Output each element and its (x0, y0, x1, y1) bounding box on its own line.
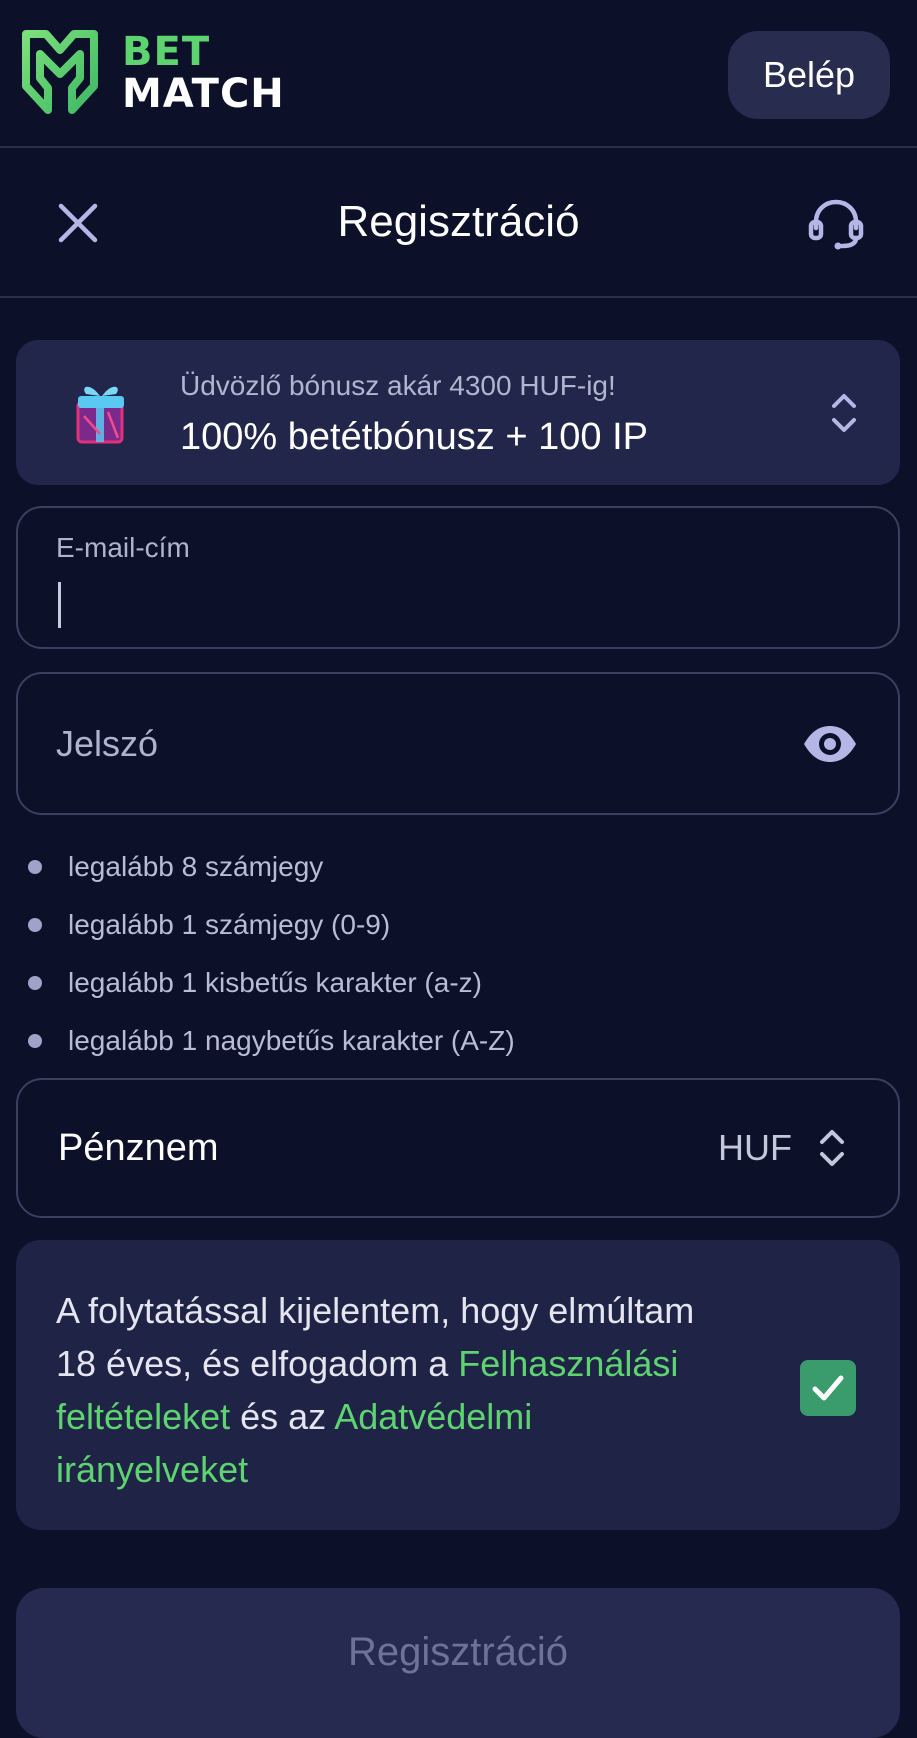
bonus-title: 100% betétbónusz + 100 IP (180, 416, 648, 458)
register-button[interactable]: Regisztráció (16, 1588, 900, 1738)
email-label: E-mail-cím (56, 532, 190, 563)
consent-checkbox[interactable] (800, 1360, 856, 1416)
bullet-icon (28, 918, 42, 932)
login-button[interactable]: Belép (728, 31, 890, 119)
chevron-up-down-icon (820, 1130, 844, 1166)
currency-label: Pénznem (58, 1126, 219, 1169)
eye-icon[interactable] (800, 720, 860, 768)
requirement-item: legalább 8 számjegy (28, 838, 888, 896)
requirement-text: legalább 8 számjegy (68, 851, 324, 882)
logo-text-bet: BET (122, 29, 211, 75)
requirement-item: legalább 1 nagybetűs karakter (A-Z) (28, 1012, 888, 1070)
chevron-up-down-icon (832, 394, 856, 432)
top-bar: BET MATCH Belép (0, 0, 917, 148)
consent-box: A folytatással kijelentem, hogy elmúltam… (16, 1240, 900, 1530)
headset-icon[interactable] (806, 196, 866, 252)
bullet-icon (28, 860, 42, 874)
consent-text: A folytatással kijelentem, hogy elmúltam… (56, 1284, 716, 1496)
currency-value: HUF (718, 1127, 792, 1168)
logo-text-match: MATCH (122, 71, 285, 117)
bonus-subtitle: Üdvözlő bónusz akár 4300 HUF-ig! (180, 370, 616, 401)
requirement-item: legalább 1 kisbetűs karakter (a-z) (28, 954, 888, 1012)
requirement-text: legalább 1 nagybetűs karakter (A-Z) (68, 1025, 515, 1056)
password-input[interactable] (54, 674, 754, 813)
close-icon[interactable] (55, 200, 101, 246)
bonus-selector[interactable]: Üdvözlő bónusz akár 4300 HUF-ig! 100% be… (16, 340, 900, 485)
logo-mark-icon (22, 30, 98, 114)
requirement-text: legalább 1 számjegy (0-9) (68, 909, 391, 940)
requirement-item: legalább 1 számjegy (0-9) (28, 896, 888, 954)
password-field[interactable] (16, 672, 900, 815)
consent-text-part: és az (230, 1396, 335, 1437)
requirement-text: legalább 1 kisbetűs karakter (a-z) (68, 967, 482, 998)
bullet-icon (28, 1034, 42, 1048)
text-caret (58, 582, 61, 628)
bullet-icon (28, 976, 42, 990)
password-requirements: legalább 8 számjegy legalább 1 számjegy … (28, 838, 888, 1070)
gift-icon (76, 386, 124, 444)
email-field[interactable]: E-mail-cím (16, 506, 900, 649)
email-input[interactable] (54, 574, 834, 626)
checkmark-icon (812, 1375, 844, 1401)
page-title: Regisztráció (337, 197, 580, 246)
currency-select[interactable]: Pénznem HUF (16, 1078, 900, 1218)
betmatch-logo[interactable]: BET MATCH (20, 28, 300, 118)
title-bar: Regisztráció (0, 148, 917, 298)
